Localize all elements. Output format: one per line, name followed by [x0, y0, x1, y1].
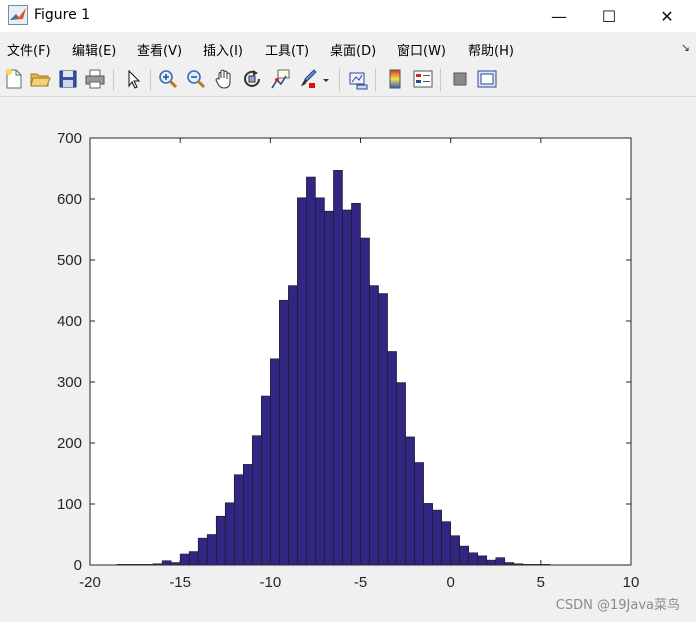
histogram-bar	[477, 555, 488, 566]
figure-canvas: -20 -15 -10 -5 0 5 100100200300400500600700	[57, 130, 640, 591]
toolbar-separator	[375, 69, 376, 91]
histogram-bar	[161, 560, 172, 566]
matlab-logo-icon	[8, 5, 28, 25]
histogram-bar	[360, 237, 370, 566]
menu-edit[interactable]: 编辑(E)	[72, 40, 116, 59]
rotate-3d-icon[interactable]	[241, 68, 263, 90]
open-file-icon[interactable]	[29, 68, 51, 90]
zoom-out-icon[interactable]	[185, 68, 207, 90]
link-plot-icon[interactable]	[347, 68, 369, 90]
y-tick-label: 200	[57, 435, 82, 452]
y-tick-label: 400	[57, 313, 82, 330]
title-bar: Figure 1 — ☐ ✕	[0, 0, 696, 32]
histogram-bar	[297, 197, 307, 566]
histogram-bar	[252, 435, 262, 566]
histogram-bar	[188, 551, 199, 566]
watermark-text: CSDN @19Java菜鸟	[555, 598, 680, 613]
histogram-bar	[378, 293, 388, 566]
histogram-bar	[405, 436, 415, 566]
x-tick-label: 5	[537, 574, 545, 591]
figure-toolbar	[0, 64, 696, 97]
histogram-bar	[387, 351, 397, 566]
brush-icon[interactable]	[297, 68, 319, 90]
menu-window[interactable]: 窗口(W)	[397, 40, 446, 59]
y-tick-label: 300	[57, 374, 82, 391]
histogram-bar	[279, 299, 289, 566]
y-tick-label: 100	[57, 496, 82, 513]
histogram-bar	[333, 170, 343, 566]
x-tick-label: 10	[623, 574, 640, 591]
legend-icon[interactable]	[412, 68, 434, 90]
print-icon[interactable]	[84, 68, 106, 90]
histogram-bar	[423, 503, 433, 566]
menu-view[interactable]: 查看(V)	[137, 40, 182, 59]
histogram-bar	[468, 552, 479, 566]
histogram-bar	[324, 210, 334, 566]
histogram-bar	[224, 502, 235, 566]
y-tick-label: 700	[57, 130, 82, 147]
histogram-bar	[288, 285, 298, 566]
menu-help[interactable]: 帮助(H)	[468, 40, 514, 59]
hide-plot-tools-icon[interactable]	[449, 68, 471, 90]
close-button[interactable]: ✕	[644, 0, 690, 32]
histogram-bar	[242, 464, 253, 566]
y-tick-label: 0	[74, 557, 82, 574]
x-tick-label: -10	[259, 574, 281, 591]
menu-bar: 文件(F) 编辑(E) 查看(V) 插入(I) 工具(T) 桌面(D) 窗口(W…	[0, 36, 696, 60]
histogram-bar	[432, 509, 442, 566]
pointer-icon[interactable]	[122, 68, 144, 90]
data-cursor-icon[interactable]	[269, 68, 291, 90]
histogram-bar	[315, 197, 325, 566]
histogram-bar	[495, 557, 506, 566]
histogram-bar	[486, 559, 497, 566]
x-tick-label: -15	[169, 574, 191, 591]
y-tick-label: 500	[57, 252, 82, 269]
pan-icon[interactable]	[213, 68, 235, 90]
zoom-in-icon[interactable]	[157, 68, 179, 90]
histogram-bar	[396, 382, 406, 566]
window-title: Figure 1	[34, 7, 91, 23]
histogram-bar	[261, 395, 271, 566]
histogram-bar	[414, 462, 424, 566]
save-icon[interactable]	[57, 68, 79, 90]
minimize-button[interactable]: —	[536, 0, 582, 32]
histogram-bar	[450, 535, 460, 566]
colorbar-icon[interactable]	[384, 68, 406, 90]
toolbar-separator	[113, 69, 114, 91]
histogram-bar	[233, 474, 244, 566]
histogram-bar	[342, 209, 352, 566]
histogram-bar	[215, 515, 226, 566]
show-plot-tools-icon[interactable]	[476, 68, 498, 90]
histogram-bar	[306, 176, 316, 566]
maximize-button[interactable]: ☐	[586, 0, 632, 32]
x-tick-label: 0	[446, 574, 454, 591]
histogram-bar	[441, 521, 451, 566]
histogram-bar	[206, 534, 217, 566]
menu-file[interactable]: 文件(F)	[7, 40, 51, 59]
histogram-bar	[179, 553, 190, 566]
toolbar-separator	[339, 69, 340, 91]
menu-desktop[interactable]: 桌面(D)	[330, 40, 376, 59]
menu-tools[interactable]: 工具(T)	[265, 40, 309, 59]
chevron-down-icon[interactable]	[320, 68, 332, 90]
dock-arrow-icon[interactable]: ↘	[681, 41, 690, 54]
x-tick-label: -20	[79, 574, 101, 591]
toolbar-separator	[150, 69, 151, 91]
toolbar-separator	[440, 69, 441, 91]
y-tick-label: 600	[57, 191, 82, 208]
new-figure-icon[interactable]	[3, 68, 25, 90]
x-tick-label: -5	[354, 574, 367, 591]
menu-insert[interactable]: 插入(I)	[203, 40, 243, 59]
histogram-bar	[351, 202, 361, 566]
histogram-bar	[369, 285, 379, 566]
histogram-bar	[459, 545, 469, 566]
histogram-bar	[197, 537, 208, 566]
histogram-bar	[270, 358, 280, 566]
